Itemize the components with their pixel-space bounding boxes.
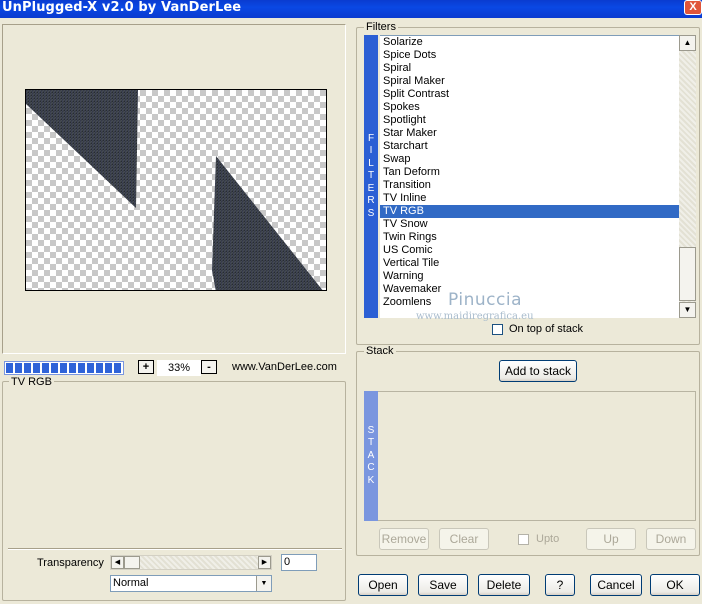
filter-item[interactable]: TV Snow bbox=[380, 218, 679, 231]
filters-tab-letter: E bbox=[367, 182, 375, 194]
stack-tab-letter: A bbox=[367, 449, 375, 461]
dark-shape-left bbox=[26, 90, 138, 208]
filter-item-selected[interactable]: TV RGB bbox=[380, 205, 679, 218]
progress-bar bbox=[4, 361, 124, 375]
stack-tab-letter: T bbox=[367, 437, 375, 449]
upto-checkbox[interactable] bbox=[518, 534, 529, 545]
watermark-url: www.maidiregrafica.eu bbox=[416, 311, 534, 322]
filters-tab-letter: L bbox=[368, 157, 374, 169]
filter-item[interactable]: Solarize bbox=[380, 36, 679, 49]
filter-scrollbar[interactable]: ▲ ▼ bbox=[679, 35, 696, 318]
dark-shape-right bbox=[212, 156, 323, 290]
filters-tab-letter: S bbox=[367, 207, 375, 219]
filter-item[interactable]: Zoomlens bbox=[380, 296, 679, 309]
window-title: UnPlugged-X v2.0 by VanDerLee bbox=[2, 0, 242, 15]
save-button[interactable]: Save bbox=[418, 574, 468, 596]
filter-item[interactable]: Swap bbox=[380, 153, 679, 166]
filters-tab-letter: I bbox=[369, 145, 373, 157]
scroll-down-arrow-icon[interactable]: ▼ bbox=[679, 302, 696, 318]
effect-group-label: TV RGB bbox=[9, 376, 54, 388]
stack-tab: S T A C K bbox=[364, 391, 378, 521]
remove-button[interactable]: Remove bbox=[379, 528, 429, 550]
clear-button[interactable]: Clear bbox=[439, 528, 489, 550]
preview-pane bbox=[2, 24, 346, 354]
filters-tab: F I L T E R S bbox=[364, 35, 378, 318]
filter-item[interactable]: Vertical Tile bbox=[380, 257, 679, 270]
website-link[interactable]: www.VanDerLee.com bbox=[232, 361, 337, 373]
delete-button[interactable]: Delete bbox=[478, 574, 530, 596]
stack-tab-letter: S bbox=[367, 424, 375, 436]
transparency-label: Transparency bbox=[37, 557, 104, 569]
close-button[interactable]: X bbox=[684, 0, 702, 15]
filter-item[interactable]: Star Maker bbox=[380, 127, 679, 140]
preview-image bbox=[26, 90, 323, 290]
scroll-thumb[interactable] bbox=[679, 247, 696, 301]
slider-left-arrow-icon[interactable]: ◀ bbox=[111, 556, 124, 569]
stack-tab-letter: K bbox=[367, 474, 375, 486]
slider-thumb[interactable] bbox=[124, 556, 140, 569]
filter-item[interactable]: US Comic bbox=[380, 244, 679, 257]
filter-item[interactable]: Transition bbox=[380, 179, 679, 192]
stack-group-label: Stack bbox=[364, 345, 396, 357]
upto-label: Upto bbox=[536, 533, 560, 545]
filters-tab-letter: T bbox=[367, 170, 375, 182]
progress-fill bbox=[6, 363, 122, 373]
zoom-level: 33% bbox=[157, 360, 201, 376]
transparency-input[interactable]: 0 bbox=[281, 554, 317, 571]
filter-item[interactable]: Spice Dots bbox=[380, 49, 679, 62]
filter-item[interactable]: Warning bbox=[380, 270, 679, 283]
on-top-checkbox[interactable] bbox=[492, 324, 503, 335]
filter-item[interactable]: Wavemaker bbox=[380, 283, 679, 296]
filter-item[interactable]: Spokes bbox=[380, 101, 679, 114]
filter-item[interactable]: Twin Rings bbox=[380, 231, 679, 244]
filter-item[interactable]: TV Inline bbox=[380, 192, 679, 205]
filters-group-label: Filters bbox=[364, 21, 398, 33]
filter-item[interactable]: Starchart bbox=[380, 140, 679, 153]
filter-list[interactable]: Solarize Spice Dots Spiral Spiral Maker … bbox=[380, 35, 679, 318]
chevron-down-icon[interactable]: ▼ bbox=[256, 576, 271, 591]
preview-canvas[interactable] bbox=[25, 89, 327, 291]
scroll-up-arrow-icon[interactable]: ▲ bbox=[679, 35, 696, 51]
filter-item[interactable]: Spiral Maker bbox=[380, 75, 679, 88]
filter-item[interactable]: Spotlight bbox=[380, 114, 679, 127]
blend-mode-value: Normal bbox=[113, 577, 149, 589]
down-button[interactable]: Down bbox=[646, 528, 696, 550]
ok-button[interactable]: OK bbox=[650, 574, 700, 596]
blend-mode-select[interactable]: Normal ▼ bbox=[110, 575, 272, 592]
filter-item[interactable]: Tan Deform bbox=[380, 166, 679, 179]
open-button[interactable]: Open bbox=[358, 574, 408, 596]
add-to-stack-button[interactable]: Add to stack bbox=[499, 360, 577, 382]
filters-tab-letter: R bbox=[367, 195, 375, 207]
watermark-name: Pinuccia bbox=[448, 290, 522, 310]
zoom-in-button[interactable]: + bbox=[138, 360, 154, 374]
up-button[interactable]: Up bbox=[586, 528, 636, 550]
cancel-button[interactable]: Cancel bbox=[590, 574, 642, 596]
separator bbox=[8, 548, 342, 550]
stack-list[interactable] bbox=[364, 391, 696, 521]
filter-item[interactable]: Spiral bbox=[380, 62, 679, 75]
filter-item[interactable]: Split Contrast bbox=[380, 88, 679, 101]
help-button[interactable]: ? bbox=[545, 574, 575, 596]
zoom-out-button[interactable]: - bbox=[201, 360, 217, 374]
on-top-label: On top of stack bbox=[509, 323, 583, 335]
transparency-slider[interactable]: ◀ ▶ bbox=[110, 555, 272, 570]
stack-tab-letter: C bbox=[367, 462, 375, 474]
title-bar: UnPlugged-X v2.0 by VanDerLee X bbox=[0, 0, 702, 18]
slider-right-arrow-icon[interactable]: ▶ bbox=[258, 556, 271, 569]
filters-tab-letter: F bbox=[367, 132, 375, 144]
